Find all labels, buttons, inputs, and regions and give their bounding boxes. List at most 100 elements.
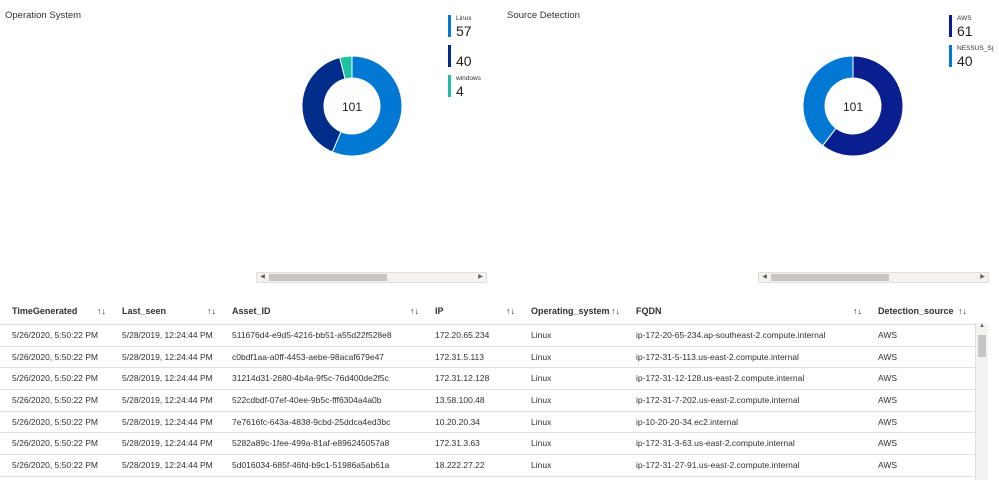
cell-detection-source: AWS [878,351,898,362]
sort-icon[interactable]: ↑↓ [506,297,515,325]
source-legend-value: 40 [957,53,973,69]
sort-icon[interactable]: ↑↓ [207,297,216,325]
cell-fqdn: ip-172-31-27-91.us-east-2.compute.intern… [636,460,800,471]
os-legend: Linux 57 40 windows 4 [448,15,481,105]
table-row[interactable]: 5/26/2020, 5:50:22 PM 5/28/2019, 12:24:44… [0,412,975,434]
table-row[interactable]: 5/26/2020, 5:50:22 PM 5/28/2019, 12:24:44… [0,347,975,369]
cell-detection-source: AWS [878,330,898,340]
cell-operating-system: Linux [531,438,552,449]
cell-last-seen: 5/28/2019, 12:24:44 PM [122,395,213,406]
source-legend-item[interactable]: NESSUS_S( 40 [949,45,999,75]
cell-fqdn: ip-172-31-5-113.us-east-2.compute.intern… [636,351,799,362]
cell-ip: 18.222.27.22 [435,460,485,471]
cell-asset-id: 511676d4-e9d5-4216-bb51-a55d22f528e8 [232,330,392,340]
scroll-right-icon[interactable]: ▶ [977,273,988,282]
source-legend-swatch [949,45,952,67]
os-donut-total: 101 [341,100,363,114]
table-vertical-scrollbar[interactable]: ▲ [975,323,988,480]
table-row[interactable]: 5/26/2020, 5:50:22 PM 5/28/2019, 12:24:44… [0,433,975,456]
cell-ip: 13.58.100.48 [435,395,485,406]
scroll-up-icon[interactable]: ▲ [976,323,988,329]
source-panel-title: Source Detection [507,10,580,21]
scrollbar-thumb[interactable] [269,274,387,281]
source-legend-swatch [949,15,952,37]
sort-icon[interactable]: ↑↓ [97,297,106,325]
source-legend: AWS 61 NESSUS_S( 40 [949,15,999,75]
cell-fqdn: ip-10-20-20-34.ec2.internal [636,416,739,427]
cell-fqdn: ip-172-20-65-234.ap-southeast-2.compute.… [636,330,826,340]
column-header-operating-system[interactable]: Operating_system [531,297,610,325]
sort-icon[interactable]: ↑↓ [410,297,419,325]
table-header: TimeGenerated ↑↓ Last_seen ↑↓ Asset_ID ↑… [0,297,975,325]
source-legend-item[interactable]: AWS 61 [949,15,999,45]
cell-timegenerated: 5/26/2020, 5:50:22 PM [12,373,99,384]
source-donut-total: 101 [842,100,864,114]
column-header-ip[interactable]: IP [435,297,444,325]
scroll-right-icon[interactable]: ▶ [475,273,486,282]
cell-asset-id: 7e7616fc-643a-4838-9cbd-25ddca4ed3bc [232,416,391,427]
table-row[interactable]: 5/26/2020, 5:50:22 PM 5/28/2019, 12:24:44… [0,368,975,391]
os-legend-value: 40 [456,53,472,69]
cell-asset-id: 5282a89c-1fee-499a-81af-e896245057a8 [232,438,390,449]
os-legend-swatch [448,15,451,37]
cell-asset-id: c0bdf1aa-a0ff-4453-aebe-98acaf679e47 [232,351,385,362]
cell-last-seen: 5/28/2019, 12:24:44 PM [122,416,213,427]
cell-operating-system: Linux [531,351,552,362]
cell-timegenerated: 5/26/2020, 5:50:22 PM [12,438,99,449]
scrollbar-thumb[interactable] [978,335,986,357]
cell-last-seen: 5/28/2019, 12:24:44 PM [122,351,213,362]
cell-asset-id: 31214d31-2680-4b4a-9f5c-76d400de2f5c [232,373,389,384]
os-legend-item[interactable]: windows 4 [448,75,481,105]
scroll-left-icon[interactable]: ◀ [257,273,268,282]
cell-timegenerated: 5/26/2020, 5:50:22 PM [12,416,99,427]
table-row[interactable]: 5/26/2020, 5:50:22 PM 5/28/2019, 12:24:44… [0,455,975,477]
cell-detection-source: AWS [878,460,898,471]
cell-ip: 172.31.12.128 [435,373,490,384]
os-legend-value: 4 [456,83,464,99]
results-table: TimeGenerated ↑↓ Last_seen ↑↓ Asset_ID ↑… [0,297,975,477]
cell-detection-source: AWS [878,395,898,406]
cell-last-seen: 5/28/2019, 12:24:44 PM [122,330,213,340]
scroll-left-icon[interactable]: ◀ [759,273,770,282]
table-row[interactable]: 5/26/2020, 5:50:22 PM 5/28/2019, 12:24:44… [0,325,975,347]
column-header-timegenerated[interactable]: TimeGenerated [12,297,77,325]
os-legend-swatch [448,45,451,67]
cell-ip: 172.31.5.113 [435,351,484,362]
os-panel-title: Operation System [5,10,82,21]
sort-icon[interactable]: ↑↓ [611,297,620,325]
os-legend-swatch [448,75,451,97]
os-legend-name [456,45,481,53]
column-header-fqdn[interactable]: FQDN [636,297,662,325]
os-legend-name: Linux [456,15,472,22]
os-legend-item[interactable]: 40 [448,45,481,75]
cell-asset-id: 522cdbdf-07ef-40ee-9b5c-fff6304a4a0b [232,395,382,406]
column-header-last-seen[interactable]: Last_seen [122,297,166,325]
column-header-detection-source[interactable]: Detection_source [878,297,954,325]
cell-fqdn: ip-172-31-12-128.us-east-2.compute.inter… [636,373,805,384]
cell-operating-system: Linux [531,395,552,406]
cell-fqdn: ip-172-31-7-202.us-east-2.compute.intern… [636,395,800,406]
cell-timegenerated: 5/26/2020, 5:50:22 PM [12,460,99,471]
scrollbar-thumb[interactable] [771,274,889,281]
source-legend-name: NESSUS_S( [957,45,994,52]
cell-fqdn: ip-172-31-3-63.us-east-2.compute.interna… [636,438,795,449]
os-horizontal-scrollbar[interactable]: ◀ ▶ [256,272,487,283]
cell-last-seen: 5/28/2019, 12:24:44 PM [122,438,213,449]
os-legend-item[interactable]: Linux 57 [448,15,481,45]
source-legend-value: 61 [957,23,973,39]
cell-operating-system: Linux [531,373,552,384]
cell-detection-source: AWS [878,416,898,427]
column-header-asset-id[interactable]: Asset_ID [232,297,271,325]
cell-last-seen: 5/28/2019, 12:24:44 PM [122,373,213,384]
cell-ip: 10.20.20.34 [435,416,480,427]
sort-icon[interactable]: ↑↓ [853,297,862,325]
sort-icon[interactable]: ↑↓ [958,297,967,325]
cell-timegenerated: 5/26/2020, 5:50:22 PM [12,395,99,406]
source-horizontal-scrollbar[interactable]: ◀ ▶ [758,272,989,283]
os-legend-value: 57 [456,23,472,39]
table-row[interactable]: 5/26/2020, 5:50:22 PM 5/28/2019, 12:24:44… [0,390,975,412]
cell-detection-source: AWS [878,373,898,384]
cell-operating-system: Linux [531,416,552,427]
source-legend-name: AWS [957,15,972,22]
os-legend-name: windows [456,75,481,82]
